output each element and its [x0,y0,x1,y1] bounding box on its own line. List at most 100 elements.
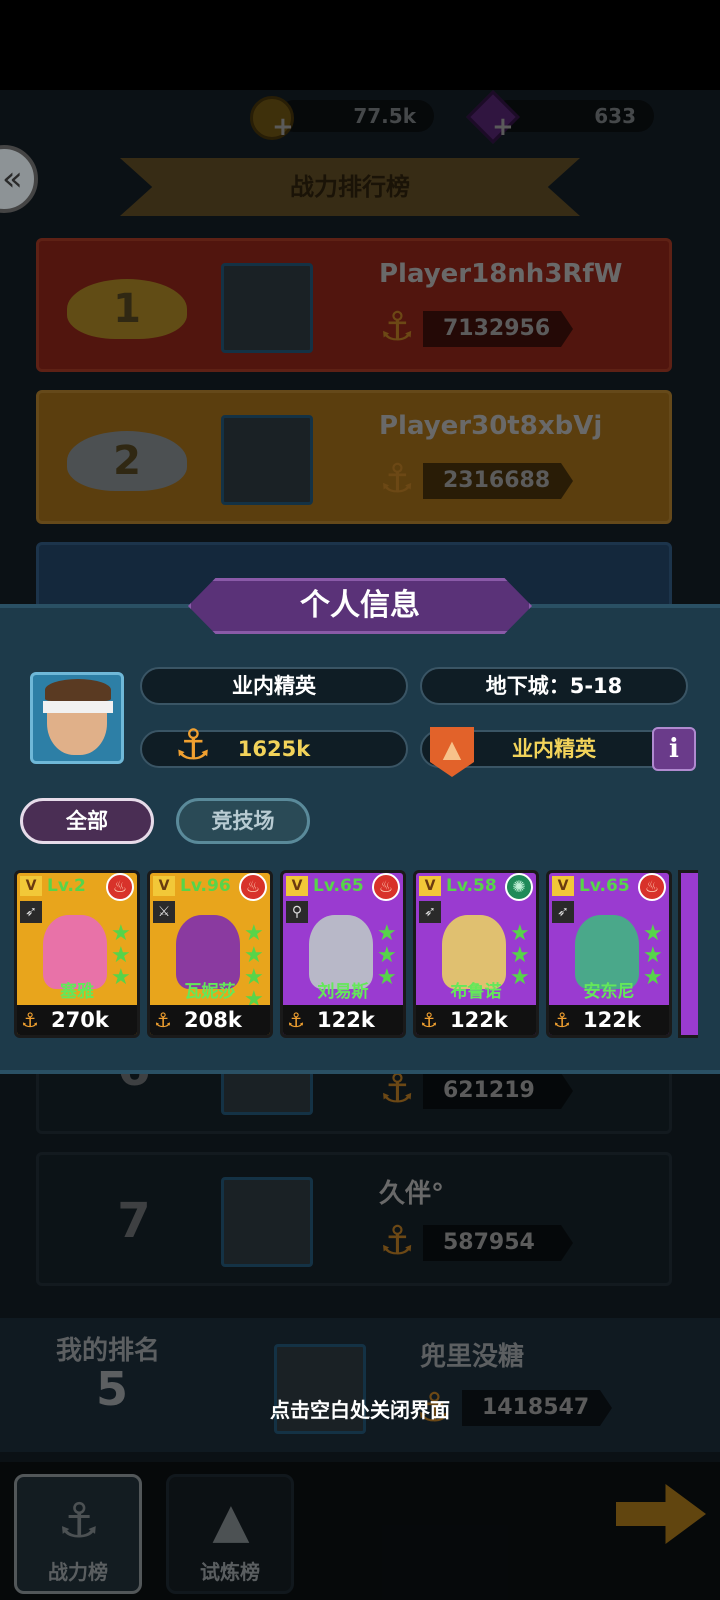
filter-all-label: 全部 [66,809,108,833]
dungeon-pill: 地下城：5-18 [420,667,688,705]
tab-trial-ranking-label: 试炼榜 [200,1560,260,1584]
rank-1-power-pill: 7132956 [423,311,573,347]
power-anchor-icon: ⚓ [379,304,415,350]
hero-card[interactable]: V Lv.2 ♨ ➶ ★ ★ ★ 塞雅 ⚓ 270k [14,870,140,1038]
rank-2-number: 2 [113,438,141,484]
hero-power-bar: ⚓ 122k [283,1005,403,1035]
hero-power-bar: ⚓ 270k [17,1005,137,1035]
tab-power-ranking-label: 战力榜 [48,1560,108,1584]
hero-name: 刘易斯 [317,982,369,1002]
avatar-hair [45,679,111,701]
filter-all[interactable]: 全部 [20,798,154,844]
hero-power-bar: ⚓ 122k [416,1005,536,1035]
staff-class-icon: ⚲ [286,901,308,923]
rank-2-avatar[interactable] [221,415,313,505]
vip-badge: V [153,876,175,896]
profile-modal-title-banner: 个人信息 [188,578,532,634]
rank-1-avatar[interactable] [221,263,313,353]
hero-power: 122k [583,1008,641,1032]
rank-row-2[interactable]: 2 Player30t8xbVj ⚓ 2316688 [36,390,672,524]
hero-card[interactable]: V Lv.65 ♨ ➶ ★ ★ ★ 安东尼 ⚓ 122k [546,870,672,1038]
vip-badge: V [20,876,42,896]
bow-class-icon: ➶ [20,901,42,923]
hero-power: 208k [184,1008,242,1032]
my-rank-name: 兜里没糖 [420,1342,525,1372]
leaderboard-title: 战力排行榜 [290,173,410,201]
power-anchor-icon: ⚓ [174,720,212,769]
info-icon: i [669,734,679,764]
rank-7-power: 587954 [443,1230,535,1255]
rank-1-lotus-icon: 1 [67,279,187,339]
hero-name: 瓦妮莎 [184,982,236,1002]
hero-level: Lv.2 [47,876,86,896]
rank-row-1[interactable]: 1 Player18nh3RfW ⚓ 7132956 [36,238,672,372]
hero-power-bar: ⚓ 122k [549,1005,669,1035]
rank-7-number: 7 [117,1193,151,1249]
power-anchor-icon: ⚓ [287,1008,305,1032]
power-anchor-icon: ⚓ [21,1008,39,1032]
power-anchor-icon: ⚓ [379,456,415,502]
hero-power: 270k [51,1008,109,1032]
close-hint: 点击空白处关闭界面 [270,1398,450,1422]
tab-power-ranking[interactable]: ⚓ 战力榜 [14,1474,142,1594]
gold-value: 77.5k [353,104,416,128]
power-anchor-icon: ⚓ [553,1008,571,1032]
power-anchor-icon: ⚓ [379,1218,415,1264]
hero-level: Lv.96 [180,876,231,896]
tab-trial-ranking[interactable]: ▲ 试炼榜 [166,1474,294,1594]
avatar-headband [43,701,113,713]
rank-2-power-pill: 2316688 [423,463,573,499]
hero-level: Lv.58 [446,876,497,896]
hero-name: 安东尼 [583,982,635,1002]
leaderboard-title-banner: 战力排行榜 [120,158,580,216]
power-anchor-icon: ⚓ [154,1008,172,1032]
hero-name: 塞雅 [60,982,94,1002]
anchor-icon: ⚓ [57,1493,101,1549]
add-gold-icon[interactable]: + [272,112,294,142]
fire-element-icon: ♨ [106,873,134,901]
fire-element-icon: ♨ [638,873,666,901]
rank-7-avatar[interactable] [221,1177,313,1267]
hero-name: 布鲁诺 [450,982,502,1002]
gem-value: 633 [594,104,636,128]
profile-modal-title: 个人信息 [300,588,420,623]
gold-counter[interactable]: 77.5k [278,100,434,132]
hero-level: Lv.65 [313,876,364,896]
power-anchor-icon: ⚓ [420,1008,438,1032]
hero-card[interactable]: V Lv.96 ♨ ⚔ ★ ★ ★ ★ 瓦妮莎 ⚓ 208k [147,870,273,1038]
bow-class-icon: ➶ [552,901,574,923]
hero-card-partial[interactable] [678,870,698,1038]
rank-1-name: Player18nh3RfW [379,259,623,289]
rank-6-power: 621219 [443,1078,535,1103]
rank-2-lotus-icon: 2 [67,431,187,491]
rank-1-power: 7132956 [443,316,551,341]
back-arrow-icon: « [2,159,23,199]
hero-card[interactable]: V Lv.65 ♨ ⚲ ★ ★ ★ 刘易斯 ⚓ 122k [280,870,406,1038]
bow-class-icon: ➶ [419,901,441,923]
profile-name-pill: 业内精英 [140,667,408,705]
filter-arena[interactable]: 竞技场 [176,798,310,844]
add-gem-icon[interactable]: + [492,112,514,142]
fire-element-icon: ♨ [239,873,267,901]
rank-7-name: 久伴° [379,1179,445,1209]
wind-element-icon: ✺ [505,873,533,901]
rank-2-power: 2316688 [443,468,551,493]
triangle-icon: ▲ [212,1493,250,1549]
hero-power: 122k [317,1008,375,1032]
rank-7-power-pill: 587954 [423,1225,573,1261]
vip-badge: V [419,876,441,896]
vip-badge: V [552,876,574,896]
hero-power-bar: ⚓ 208k [150,1005,270,1035]
rank-6-power-pill: 621219 [423,1073,573,1109]
profile-avatar [30,672,124,764]
sword-class-icon: ⚔ [153,901,175,923]
vip-badge: V [286,876,308,896]
status-bar [0,0,720,90]
hero-card[interactable]: V Lv.58 ✺ ➶ ★ ★ ★ 布鲁诺 ⚓ 122k [413,870,539,1038]
fire-element-icon: ♨ [372,873,400,901]
rank-row-7[interactable]: 7 久伴° ⚓ 587954 [36,1152,672,1286]
hero-level: Lv.65 [579,876,630,896]
rank-2-name: Player30t8xbVj [379,411,603,441]
guild-info-button[interactable]: i [652,727,696,771]
hero-power: 122k [450,1008,508,1032]
